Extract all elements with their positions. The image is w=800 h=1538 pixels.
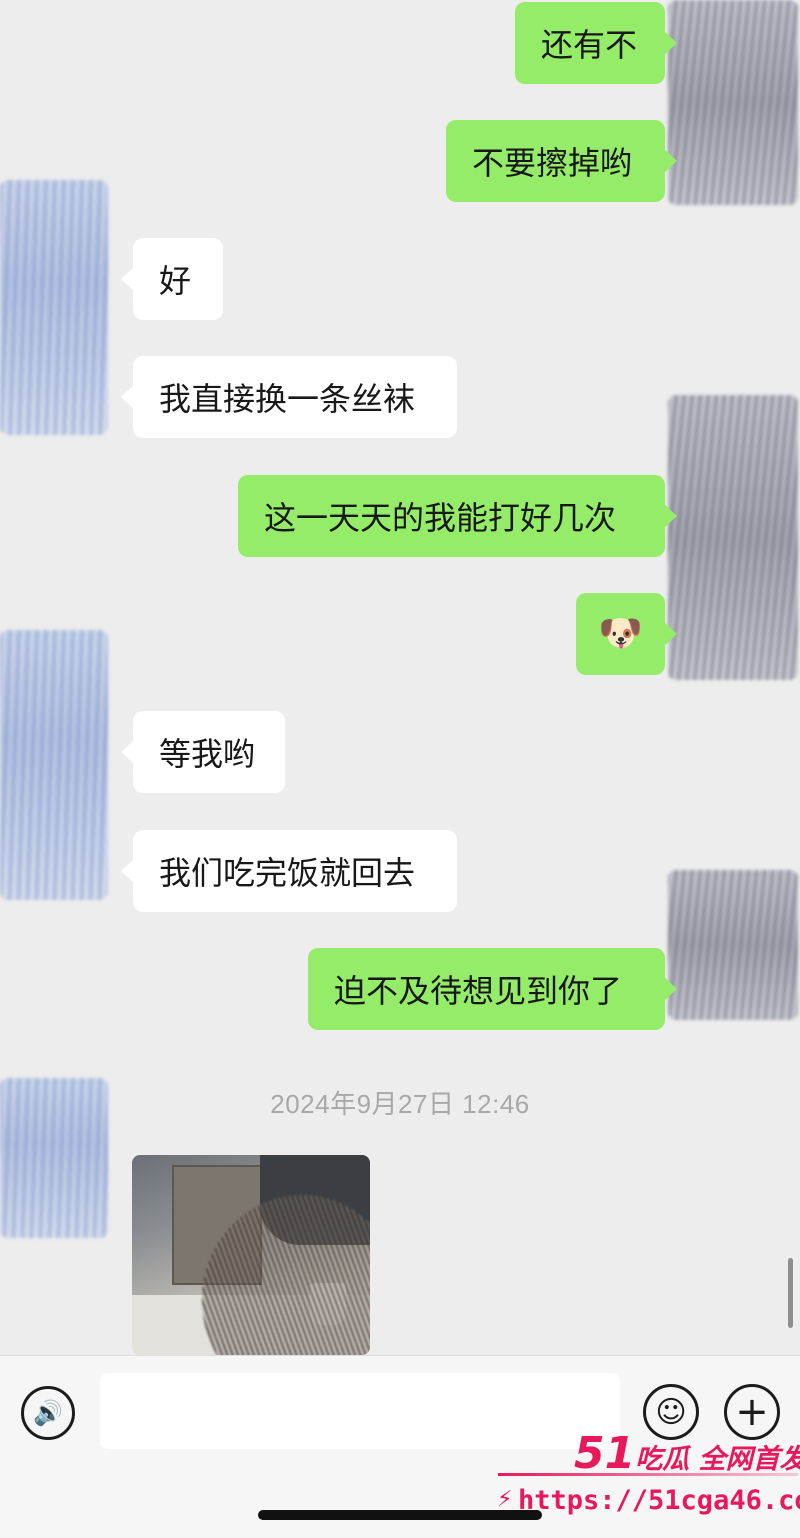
voice-button[interactable]: 🔊 bbox=[21, 1386, 75, 1440]
message-text: 等我哟 bbox=[159, 735, 256, 773]
my-avatar[interactable] bbox=[668, 870, 798, 1020]
message-timestamp: 2024年9月27日 12:46 bbox=[270, 1089, 530, 1119]
message-text: 我直接换一条丝袜 bbox=[159, 380, 416, 418]
message-text: 这一天天的我能打好几次 bbox=[264, 499, 617, 537]
plus-icon: + bbox=[735, 1389, 769, 1435]
doge-emoji-icon: 🐶 bbox=[598, 613, 643, 654]
watermark-url: https://51cga46.com bbox=[518, 1485, 800, 1516]
contact-avatar[interactable] bbox=[0, 180, 108, 435]
watermark-number: 51 bbox=[574, 1428, 636, 1479]
message-bubble-incoming[interactable]: 我直接换一条丝袜 bbox=[121, 356, 457, 438]
my-avatar[interactable] bbox=[668, 395, 798, 680]
my-avatar[interactable] bbox=[668, 0, 798, 205]
message-text: 好 bbox=[159, 262, 192, 300]
message-bubble-outgoing[interactable]: 不要擦掉哟 bbox=[446, 120, 677, 202]
message-bubble-outgoing[interactable]: 🐶 bbox=[576, 593, 677, 675]
message-bubble-incoming[interactable]: 好 bbox=[121, 238, 223, 320]
message-text: 迫不及待想见到你了 bbox=[334, 972, 623, 1010]
message-text: 我们吃完饭就回去 bbox=[159, 854, 416, 892]
contact-avatar[interactable] bbox=[0, 630, 108, 900]
image-message[interactable] bbox=[132, 1155, 370, 1355]
message-text: 还有不 bbox=[541, 26, 638, 64]
voice-icon: 🔊 bbox=[33, 1399, 63, 1427]
chat-scrollbar[interactable] bbox=[788, 1258, 793, 1328]
message-bubble-incoming[interactable]: 我们吃完饭就回去 bbox=[121, 830, 457, 912]
message-input[interactable] bbox=[100, 1373, 620, 1449]
message-bubble-outgoing[interactable]: 迫不及待想见到你了 bbox=[308, 948, 677, 1030]
message-bubble-outgoing[interactable]: 还有不 bbox=[515, 2, 677, 84]
chat-area[interactable]: 还有不 不要擦掉哟 好 我直接换一条丝袜 这一天天的我能打好几次 🐶 等我哟 我… bbox=[0, 0, 800, 1355]
message-bubble-incoming[interactable]: 等我哟 bbox=[121, 711, 285, 793]
message-bubble-outgoing[interactable]: 这一天天的我能打好几次 bbox=[238, 475, 677, 557]
watermark-brand: 51吃瓜 全网首发 bbox=[574, 1428, 800, 1479]
emoji-icon: ☺ bbox=[655, 1394, 687, 1430]
message-text: 不要擦掉哟 bbox=[472, 144, 633, 182]
lightning-icon: ⚡ bbox=[497, 1487, 513, 1512]
watermark-text: 吃瓜 全网首发 bbox=[635, 1444, 800, 1475]
watermark-divider bbox=[498, 1473, 798, 1476]
